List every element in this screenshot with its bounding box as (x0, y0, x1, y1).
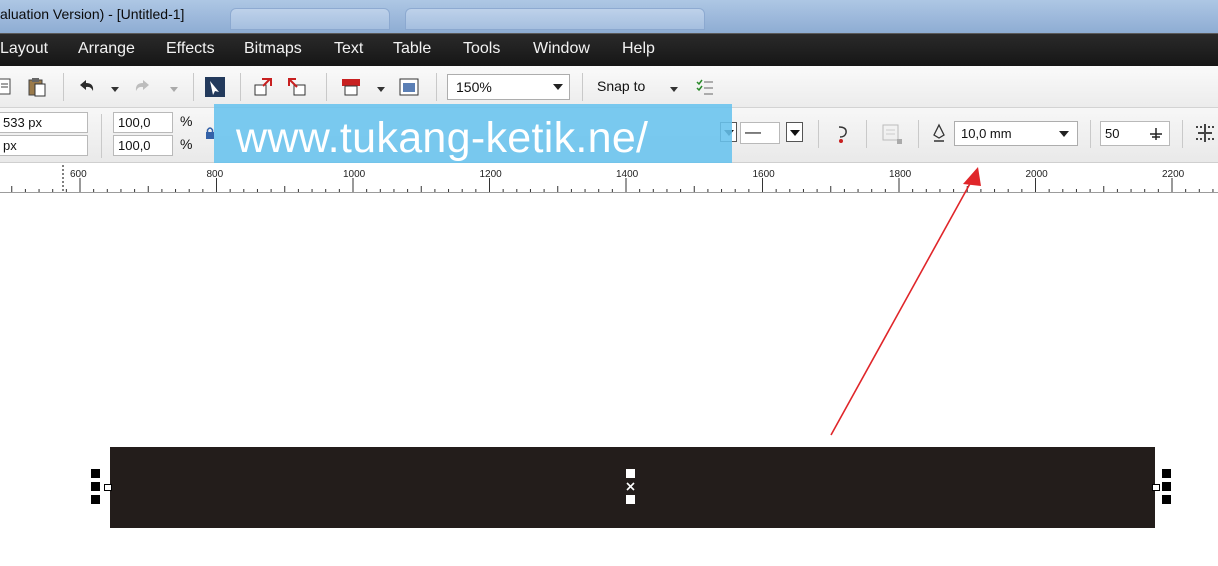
arrow-line (830, 179, 973, 436)
annotation-arrow (830, 167, 981, 436)
arrow-head (963, 167, 981, 186)
